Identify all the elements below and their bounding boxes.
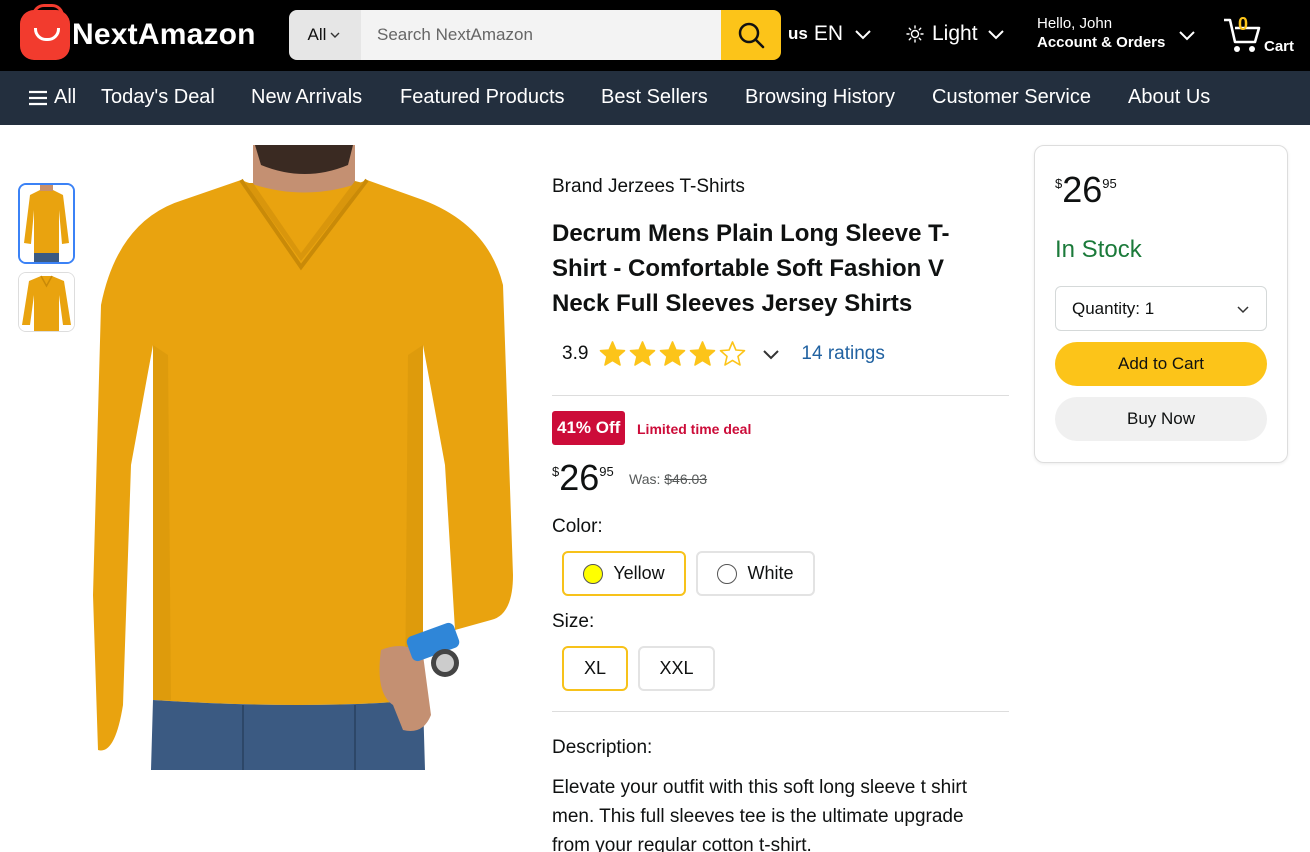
price-fraction: 95 — [599, 464, 614, 479]
nav-bar: All Today's Deal New Arrivals Featured P… — [0, 71, 1310, 125]
chevron-down-icon — [1179, 31, 1196, 41]
account-menu[interactable]: Hello, John Account & Orders — [1037, 15, 1197, 51]
hamburger-menu-icon — [29, 90, 47, 105]
language-code: EN — [813, 22, 844, 45]
nav-item-new-arrivals[interactable]: New Arrivals — [251, 86, 362, 109]
star-icon — [600, 341, 626, 366]
size-option-label: XL — [583, 658, 607, 678]
add-to-cart-button[interactable]: Add to Cart — [1055, 342, 1267, 386]
price-fraction: 95 — [1102, 176, 1117, 191]
buy-now-button[interactable]: Buy Now — [1055, 397, 1267, 441]
size-label: Size: — [552, 611, 595, 632]
region-code: us — [788, 24, 808, 43]
top-header: NextAmazon All us EN Light Hello, John A… — [0, 0, 1310, 71]
thumbnail-image — [19, 273, 74, 331]
language-selector[interactable]: us EN — [788, 22, 873, 46]
search-category-select[interactable]: All — [289, 10, 361, 60]
rating-value: 3.9 — [562, 343, 589, 364]
chevron-down-icon — [987, 30, 1004, 40]
quantity-select[interactable]: Quantity: 1 — [1055, 286, 1267, 331]
star-icon — [690, 341, 716, 366]
account-orders-label: Account & Orders — [1037, 34, 1166, 51]
was-price: Was: $46.03 — [629, 471, 707, 487]
search-icon — [738, 22, 765, 49]
product-photo — [93, 145, 513, 770]
nav-all-label: All — [54, 86, 77, 108]
price-whole: 26 — [559, 457, 600, 498]
search-category-label: All — [307, 25, 327, 44]
nav-item-best-sellers[interactable]: Best Sellers — [601, 86, 708, 109]
theme-selector[interactable]: Light — [906, 22, 1006, 46]
deal-label: Limited time deal — [637, 421, 752, 437]
divider — [552, 395, 1009, 396]
size-option-xl[interactable]: XL — [562, 646, 628, 691]
nav-all-menu[interactable]: All — [28, 86, 76, 109]
divider — [552, 711, 1009, 712]
search-bar: All — [289, 10, 781, 60]
nav-item-customer-service[interactable]: Customer Service — [932, 86, 1091, 109]
color-label: Color: — [552, 516, 603, 537]
color-option-white[interactable]: White — [696, 551, 815, 596]
cart-button[interactable]: 0 Cart — [1222, 14, 1294, 56]
search-button[interactable] — [721, 10, 781, 60]
color-option-label: Yellow — [613, 563, 665, 583]
product-price: $ 26 95 — [552, 458, 614, 498]
chevron-down-icon — [855, 30, 871, 40]
color-option-label: White — [747, 563, 794, 583]
logo[interactable]: NextAmazon — [20, 4, 256, 60]
product-title: Decrum Mens Plain Long Sleeve T-Shirt - … — [552, 220, 950, 317]
product-brand[interactable]: Brand Jerzees T-Shirts — [552, 176, 745, 198]
price-whole: 26 — [1062, 169, 1103, 210]
cart-count: 0 — [1238, 14, 1249, 34]
thumbnail-image — [20, 185, 73, 262]
price-currency: $ — [1055, 176, 1063, 191]
price-currency: $ — [552, 464, 560, 479]
account-greeting: Hello, John — [1037, 15, 1113, 32]
cart-label: Cart — [1264, 37, 1295, 55]
nav-item-browsing-history[interactable]: Browsing History — [745, 86, 895, 109]
nav-item-about-us[interactable]: About Us — [1128, 86, 1210, 109]
shopping-bag-icon — [20, 4, 70, 60]
star-icon — [630, 341, 656, 366]
rating-summary: 3.9 14 ratings — [562, 340, 885, 368]
star-rating[interactable] — [598, 340, 747, 368]
nav-item-todays-deal[interactable]: Today's Deal — [101, 86, 215, 109]
product-main-image[interactable] — [93, 145, 516, 770]
was-label: Was: — [629, 471, 661, 487]
logo-text: NextAmazon — [72, 18, 256, 51]
search-input[interactable] — [361, 10, 721, 60]
size-option-label: XXL — [659, 658, 694, 678]
chevron-down-icon — [1237, 305, 1249, 313]
sun-icon — [906, 25, 924, 43]
product-thumbnail[interactable] — [18, 272, 75, 332]
description-text: Elevate your outfit with this soft long … — [552, 777, 968, 852]
size-option-xxl[interactable]: XXL — [638, 646, 715, 691]
description-label: Description: — [552, 737, 653, 758]
ratings-count-link[interactable]: 14 ratings — [801, 343, 884, 365]
discount-badge: 41% Off — [552, 411, 626, 445]
quantity-label: Quantity: 1 — [1072, 298, 1155, 318]
star-icon — [660, 341, 686, 366]
chevron-down-icon — [330, 32, 340, 38]
nav-item-featured-products[interactable]: Featured Products — [400, 86, 565, 109]
color-swatch — [717, 563, 738, 584]
product-thumbnail[interactable] — [18, 183, 75, 264]
color-swatch — [583, 563, 604, 584]
theme-label: Light — [932, 22, 978, 45]
was-price-value: $46.03 — [664, 471, 708, 487]
star-icon — [720, 341, 746, 366]
color-option-yellow[interactable]: Yellow — [562, 551, 686, 596]
buy-box: $ 26 95 In Stock Quantity: 1 Add to Cart… — [1034, 145, 1288, 463]
stock-status: In Stock — [1055, 236, 1142, 263]
buybox-price: $ 26 95 — [1055, 170, 1117, 210]
chevron-down-icon[interactable] — [761, 344, 781, 364]
